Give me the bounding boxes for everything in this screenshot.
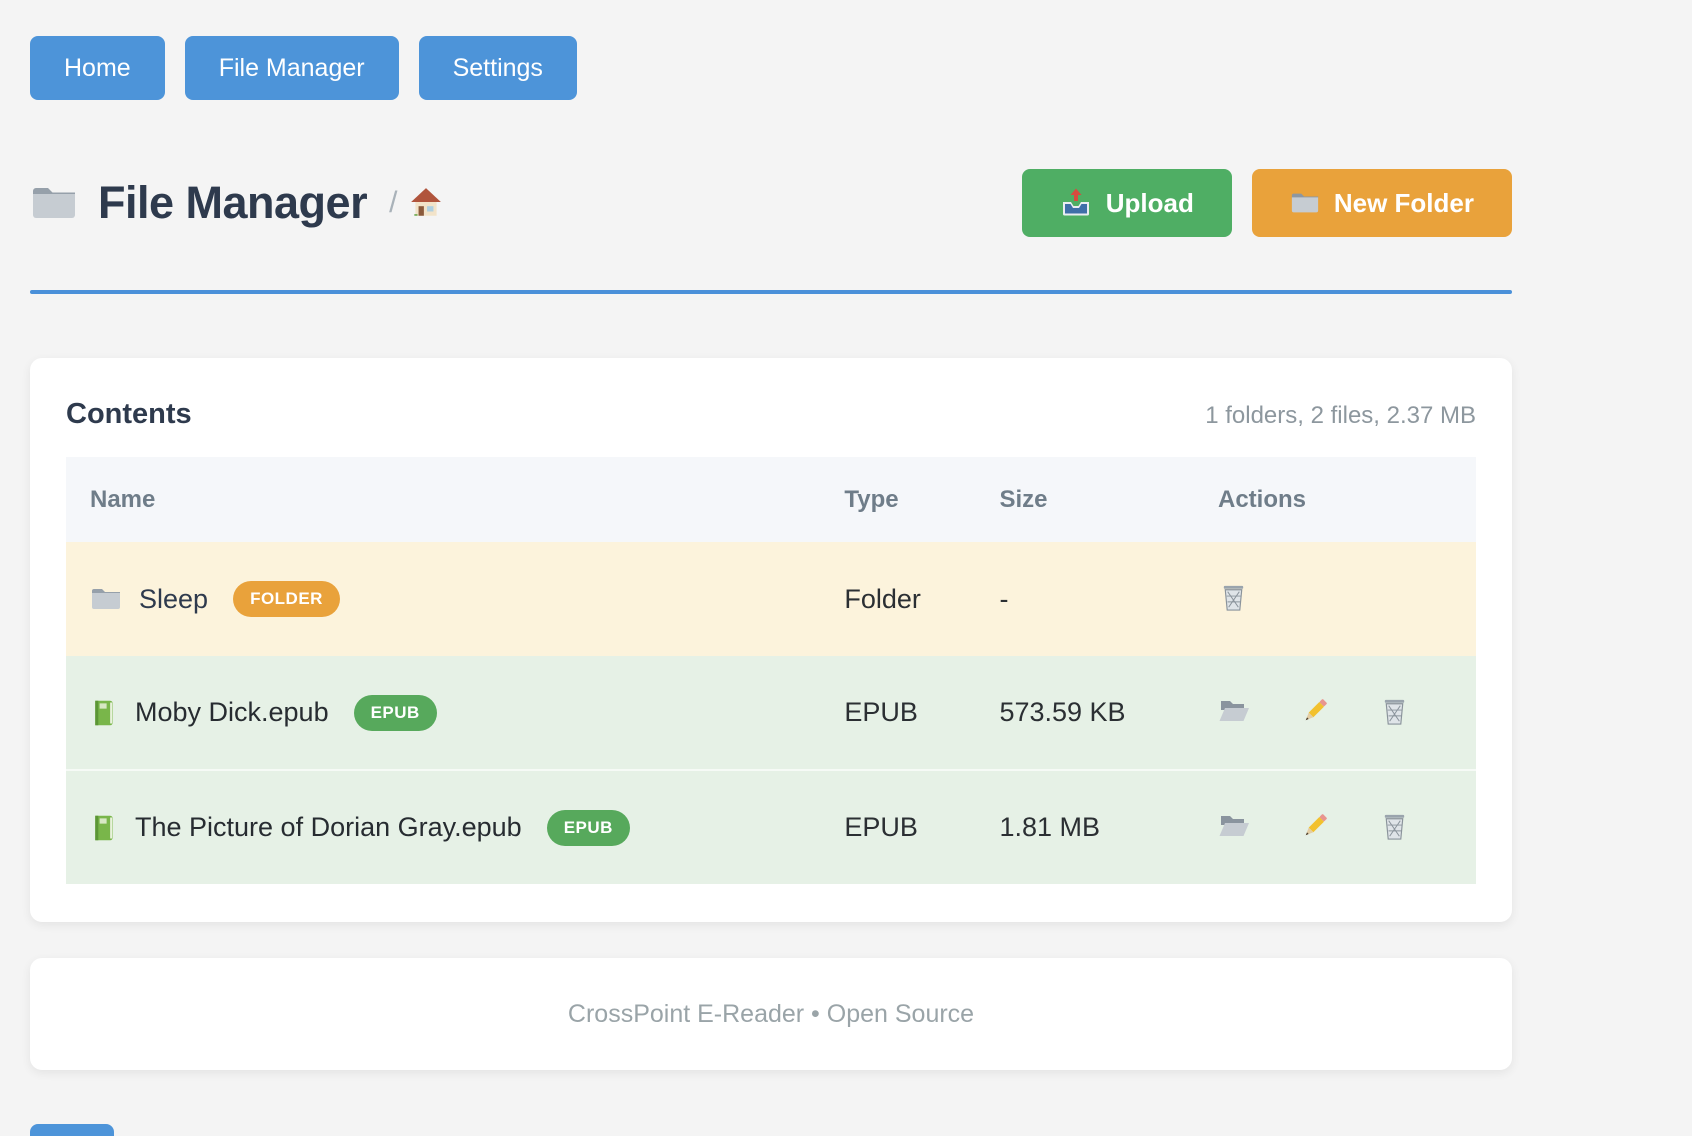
title-group: File Manager /: [30, 177, 443, 229]
table-row: The Picture of Dorian Gray.epub EPUB EPU…: [66, 770, 1476, 884]
column-header-name: Name: [66, 457, 820, 542]
book-icon: [90, 698, 118, 728]
rename-button[interactable]: [1300, 811, 1330, 844]
new-folder-button[interactable]: New Folder: [1252, 169, 1512, 237]
rename-button[interactable]: [1300, 696, 1330, 729]
type-cell: Folder: [820, 542, 975, 656]
column-header-size: Size: [975, 457, 1194, 542]
contents-card-head: Contents 1 folders, 2 files, 2.37 MB: [66, 398, 1476, 431]
partial-button-bottom[interactable]: [30, 1124, 114, 1136]
table-row: Sleep FOLDER Folder -: [66, 542, 1476, 656]
name-cell: The Picture of Dorian Gray.epub EPUB: [90, 810, 820, 846]
new-folder-button-label: New Folder: [1334, 188, 1474, 219]
delete-button[interactable]: [1379, 696, 1410, 730]
column-header-actions: Actions: [1194, 457, 1476, 542]
footer-card: CrossPoint E-Reader • Open Source: [30, 958, 1512, 1070]
table-row: Moby Dick.epub EPUB EPUB 573.59 KB: [66, 656, 1476, 770]
page-title: File Manager: [30, 177, 367, 229]
size-cell: 573.59 KB: [975, 656, 1194, 770]
breadcrumb: /: [389, 186, 443, 220]
file-name: Moby Dick.epub: [135, 697, 329, 728]
house-icon[interactable]: [409, 186, 443, 220]
type-cell: EPUB: [820, 656, 975, 770]
table-header-row: Name Type Size Actions: [66, 457, 1476, 542]
nav-file-manager-button[interactable]: File Manager: [185, 36, 399, 100]
wastebasket-icon: [1218, 582, 1249, 613]
column-header-type: Type: [820, 457, 975, 542]
top-nav: Home File Manager Settings: [30, 0, 1512, 100]
contents-summary: 1 folders, 2 files, 2.37 MB: [1205, 402, 1476, 430]
book-icon: [90, 813, 118, 843]
pencil-icon: [1300, 811, 1330, 841]
page-container: Home File Manager Settings File Manager …: [30, 0, 1512, 1070]
nav-settings-button[interactable]: Settings: [419, 36, 577, 100]
wastebasket-icon: [1379, 696, 1410, 727]
epub-badge: EPUB: [547, 810, 630, 846]
wastebasket-icon: [1379, 811, 1410, 842]
size-cell: -: [975, 542, 1194, 656]
folder-badge: FOLDER: [233, 581, 340, 617]
name-cell: Moby Dick.epub EPUB: [90, 695, 820, 731]
contents-card: Contents 1 folders, 2 files, 2.37 MB Nam…: [30, 358, 1512, 922]
pencil-icon: [1300, 696, 1330, 726]
name-cell: Sleep FOLDER: [90, 581, 820, 617]
folder-icon: [90, 583, 122, 615]
page-title-text: File Manager: [98, 177, 367, 229]
folder-icon: [1290, 188, 1320, 218]
file-table: Name Type Size Actions: [66, 457, 1476, 884]
move-button[interactable]: [1218, 695, 1250, 730]
nav-home-button[interactable]: Home: [30, 36, 165, 100]
upload-button-label: Upload: [1106, 188, 1194, 219]
move-button[interactable]: [1218, 810, 1250, 845]
folder-icon: [30, 179, 78, 227]
file-name: The Picture of Dorian Gray.epub: [135, 812, 522, 843]
size-cell: 1.81 MB: [975, 770, 1194, 884]
page-header: File Manager /: [30, 168, 1512, 238]
delete-button[interactable]: [1379, 811, 1410, 845]
open-folder-icon: [1218, 810, 1250, 842]
epub-badge: EPUB: [354, 695, 437, 731]
breadcrumb-separator: /: [389, 186, 397, 220]
header-actions: Upload New Folder: [1022, 169, 1512, 237]
footer-text: CrossPoint E-Reader • Open Source: [568, 1000, 974, 1029]
contents-title: Contents: [66, 398, 192, 431]
upload-tray-icon: [1060, 187, 1092, 219]
header-divider: [30, 290, 1512, 294]
upload-button[interactable]: Upload: [1022, 169, 1232, 237]
open-folder-icon: [1218, 695, 1250, 727]
delete-button[interactable]: [1218, 582, 1249, 616]
folder-name-link[interactable]: Sleep: [139, 584, 208, 615]
type-cell: EPUB: [820, 770, 975, 884]
